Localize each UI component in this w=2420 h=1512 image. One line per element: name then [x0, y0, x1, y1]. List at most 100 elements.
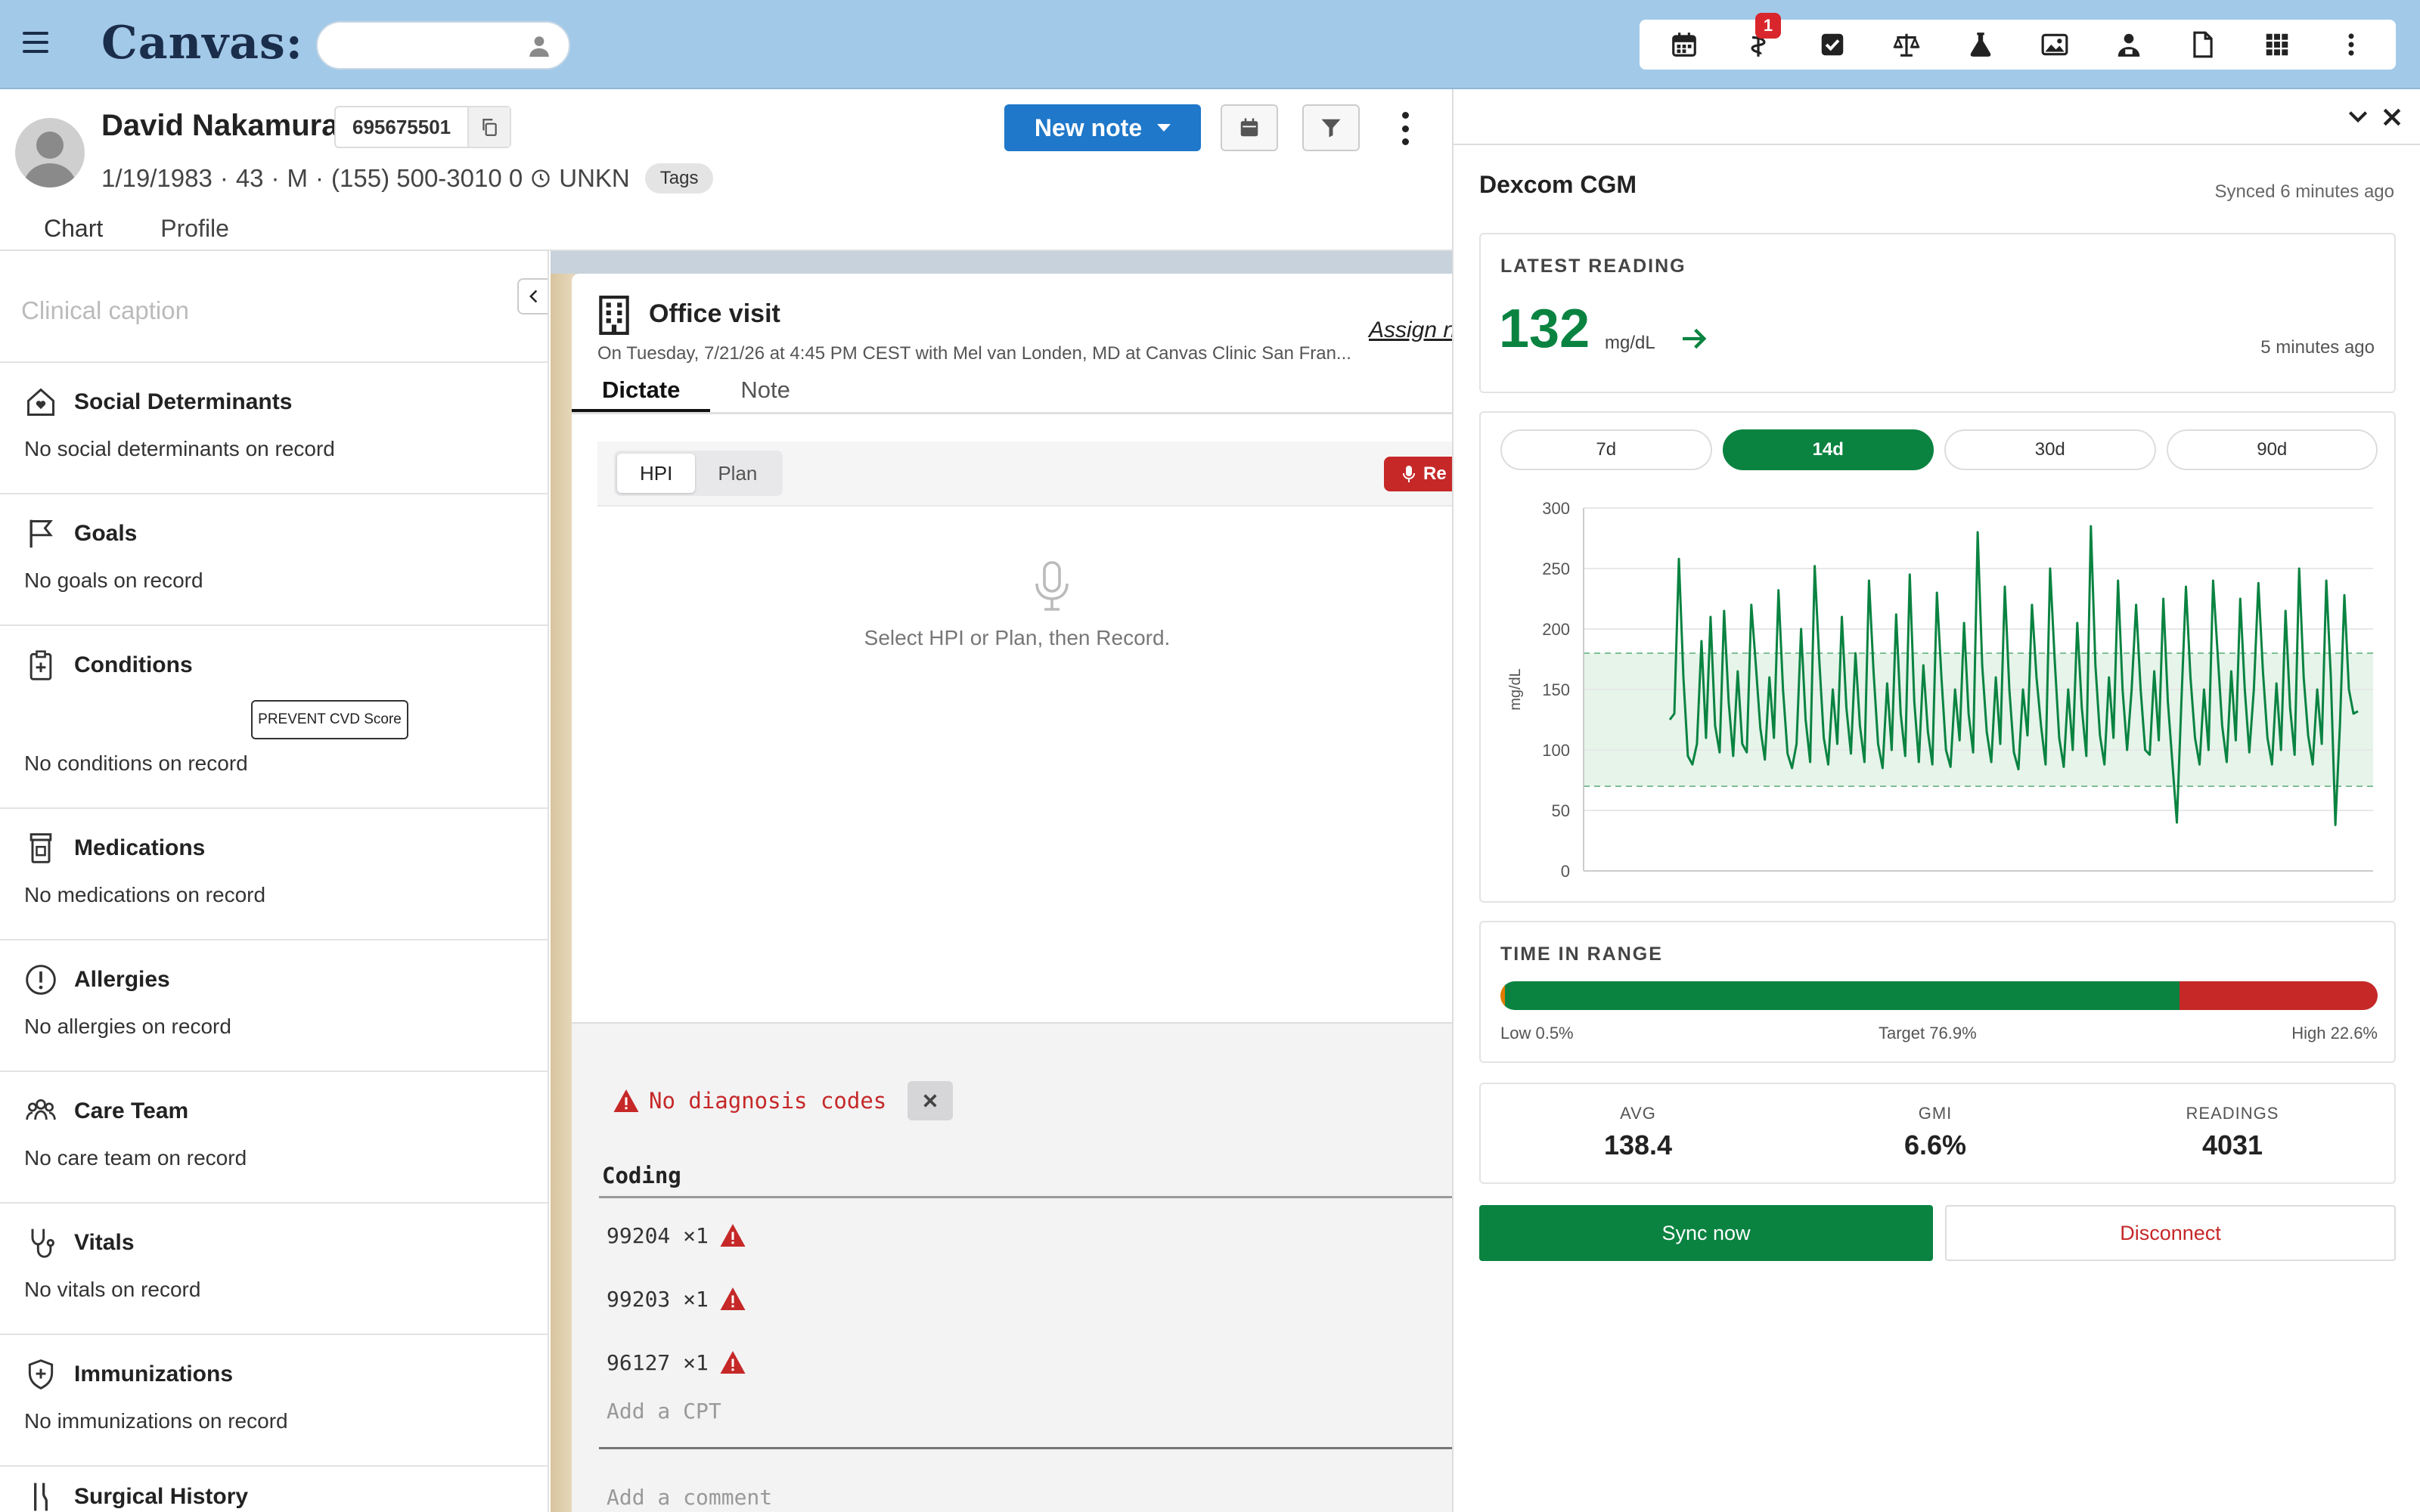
y-tick-label: 50 [1552, 801, 1570, 820]
y-tick-label: 250 [1542, 559, 1570, 578]
glucose-chart: 0 50 100 150 200 250 300 mg/dL [1507, 499, 2373, 881]
tir-low-label: Low 0.5% [1500, 1024, 1574, 1043]
latest-reading-unit: mg/dL [1605, 333, 1655, 353]
people-icon [26, 1098, 56, 1120]
coding-divider [599, 1196, 1452, 1198]
menu-icon[interactable] [23, 32, 48, 53]
filter-button[interactable] [1302, 104, 1360, 151]
section-header[interactable]: Surgical History [24, 1480, 248, 1512]
prevent-cvd-score-button[interactable]: PREVENT CVD Score [251, 700, 408, 739]
provider-icon [2118, 33, 2140, 57]
chevron-left-icon [529, 290, 538, 303]
add-comment-input[interactable]: Add a comment [607, 1485, 772, 1510]
arrow-right-icon [1683, 328, 1707, 349]
section-header[interactable]: Medications [24, 832, 205, 865]
close-icon[interactable] [2382, 107, 2402, 127]
document-button[interactable] [2180, 23, 2226, 66]
filter-icon [1321, 119, 1341, 138]
tab-note[interactable]: Note [710, 376, 820, 412]
latest-reading-label: LATEST READING [1500, 256, 1686, 277]
stats-card: AVG 138.4 GMI 6.6% READINGS 4031 [1479, 1083, 2396, 1184]
empty-state: No vitals on record [24, 1278, 201, 1301]
apps-grid-icon [2266, 33, 2288, 56]
empty-state: No care team on record [24, 1146, 247, 1170]
empty-state: No social determinants on record [24, 437, 335, 460]
section-header[interactable]: Social Determinants [24, 386, 292, 419]
scale-icon [1893, 33, 1920, 57]
add-cpt-input[interactable]: Add a CPT [607, 1399, 721, 1424]
patient-search[interactable] [316, 21, 570, 70]
copy-mrn-button[interactable] [467, 107, 510, 147]
disconnect-button[interactable]: Disconnect [1945, 1205, 2396, 1261]
chart-sidebar: Clinical caption Social Determinants No … [0, 251, 549, 1512]
notification-badge: 1 [1755, 13, 1781, 39]
cpt-row[interactable]: 99203 ×1 [607, 1285, 746, 1312]
tab-dictate[interactable]: Dictate [572, 376, 711, 412]
note-strip [551, 251, 1452, 274]
close-icon [923, 1094, 937, 1108]
dismiss-warning-button[interactable] [908, 1081, 954, 1120]
clipboard-plus-icon [29, 650, 52, 680]
tags-button[interactable]: Tags [644, 163, 714, 194]
section-header[interactable]: Vitals [24, 1226, 135, 1259]
checklist-button[interactable] [1810, 23, 1855, 66]
section-goals: Goals No goals on record [0, 493, 548, 624]
time-in-range-label: TIME IN RANGE [1500, 943, 1663, 965]
dob: 1/19/1983 [101, 164, 213, 192]
tir-high-segment [2179, 981, 2378, 1010]
lab-button[interactable] [1958, 23, 2003, 66]
clinical-caption-input[interactable]: Clinical caption [21, 296, 189, 325]
patient-name[interactable]: David Nakamura [101, 109, 338, 143]
y-axis-label: mg/dL [1507, 668, 1524, 711]
collapse-sidebar-button[interactable] [517, 278, 548, 314]
range-14d-button[interactable]: 14d [1722, 429, 1934, 470]
calendar-button[interactable] [1661, 23, 1707, 66]
cpt-row[interactable]: 99204 ×1 [607, 1222, 746, 1249]
segment-hpi[interactable]: HPI [617, 454, 696, 493]
section-header[interactable]: Immunizations [24, 1358, 233, 1391]
new-note-button[interactable]: New note [1004, 104, 1201, 151]
assign-link[interactable]: Assign n [1369, 318, 1452, 343]
range-7d-button[interactable]: 7d [1500, 429, 1712, 470]
sync-now-button[interactable]: Sync now [1479, 1205, 1933, 1261]
global-toolbar: 1 [1640, 13, 2396, 70]
tab-profile[interactable]: Profile [132, 210, 258, 255]
note-title[interactable]: Office visit [649, 299, 780, 329]
range-30d-button[interactable]: 30d [1944, 429, 2156, 470]
y-tick-label: 100 [1542, 741, 1570, 760]
scale-button[interactable] [1884, 23, 1929, 66]
tir-target-label: Target 76.9% [1879, 1024, 1977, 1043]
canvas-logo[interactable]: Canvas: [101, 17, 303, 70]
section-selector: HPI Plan [614, 451, 783, 496]
section-allergies: Allergies No allergies on record [0, 939, 548, 1070]
calendar-filter-button[interactable] [1221, 104, 1278, 151]
section-header[interactable]: Goals [24, 517, 137, 550]
patient-search-input[interactable] [336, 30, 517, 60]
tab-chart[interactable]: Chart [15, 210, 132, 255]
note-subtitle: On Tuesday, 7/21/26 at 4:45 PM CEST with… [597, 343, 1351, 364]
section-header[interactable]: Conditions [24, 649, 193, 682]
imaging-button[interactable] [2032, 23, 2077, 66]
microphone-icon [1403, 466, 1415, 482]
record-button[interactable]: Re [1384, 457, 1452, 491]
checkbox-icon [1821, 33, 1844, 56]
person-silhouette-icon [23, 132, 77, 187]
more-button[interactable] [2328, 23, 2374, 66]
avatar[interactable] [15, 118, 85, 187]
flag-icon [29, 519, 53, 548]
coding-title: Coding [602, 1163, 681, 1188]
apps-button[interactable] [2254, 23, 2300, 66]
more-vert-icon [2348, 33, 2354, 56]
empty-state: No medications on record [24, 883, 266, 906]
range-90d-button[interactable]: 90d [2166, 429, 2378, 470]
tasks-button[interactable]: 1 [1736, 13, 1781, 66]
cpt-row[interactable]: 96127 ×1 [607, 1349, 746, 1376]
section-header[interactable]: Care Team [24, 1095, 188, 1128]
section-header[interactable]: Allergies [24, 963, 170, 996]
chevron-down-icon[interactable] [2346, 104, 2370, 129]
time-in-range-bar [1500, 981, 2378, 1010]
alert-circle-icon [26, 965, 56, 995]
more-vert-icon[interactable] [1396, 112, 1414, 145]
segment-plan[interactable]: Plan [695, 454, 780, 493]
provider-button[interactable] [2106, 23, 2152, 66]
